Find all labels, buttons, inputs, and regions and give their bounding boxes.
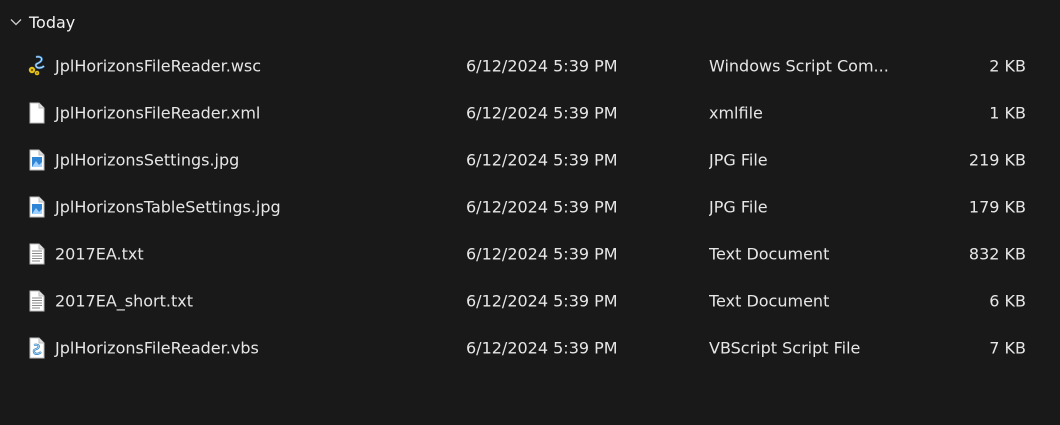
image-file-icon	[27, 149, 47, 171]
text-file-icon	[27, 243, 47, 265]
file-date: 6/12/2024 5:39 PM	[466, 197, 618, 216]
file-type: Text Document	[709, 244, 830, 263]
file-type: JPG File	[709, 150, 768, 169]
file-row[interactable]: JplHorizonsFileReader.wsc 6/12/2024 5:39…	[0, 42, 1060, 89]
file-date: 6/12/2024 5:39 PM	[466, 338, 618, 357]
file-size: 7 KB	[989, 338, 1026, 357]
file-row[interactable]: JplHorizonsTableSettings.jpg 6/12/2024 5…	[0, 183, 1060, 230]
blank-file-icon	[27, 102, 47, 124]
file-type: Text Document	[709, 291, 830, 310]
file-name: 2017EA_short.txt	[55, 291, 193, 310]
file-type: JPG File	[709, 197, 768, 216]
file-name: JplHorizonsFileReader.wsc	[55, 56, 262, 75]
file-date: 6/12/2024 5:39 PM	[466, 103, 618, 122]
vbs-file-icon	[27, 337, 47, 359]
file-name: 2017EA.txt	[55, 244, 144, 263]
file-size: 832 KB	[968, 244, 1026, 263]
file-size: 219 KB	[968, 150, 1026, 169]
file-name: JplHorizonsFileReader.vbs	[55, 338, 259, 357]
file-list: JplHorizonsFileReader.wsc 6/12/2024 5:39…	[0, 42, 1060, 371]
chevron-down-icon[interactable]	[8, 14, 24, 30]
file-row[interactable]: 2017EA_short.txt 6/12/2024 5:39 PM Text …	[0, 277, 1060, 324]
file-date: 6/12/2024 5:39 PM	[466, 150, 618, 169]
file-name: JplHorizonsTableSettings.jpg	[55, 197, 281, 216]
file-size: 179 KB	[968, 197, 1026, 216]
file-size: 6 KB	[989, 291, 1026, 310]
file-row[interactable]: JplHorizonsFileReader.xml 6/12/2024 5:39…	[0, 89, 1060, 136]
file-size: 2 KB	[989, 56, 1026, 75]
file-size: 1 KB	[989, 103, 1026, 122]
file-row[interactable]: JplHorizonsFileReader.vbs 6/12/2024 5:39…	[0, 324, 1060, 371]
file-name: JplHorizonsSettings.jpg	[55, 150, 240, 169]
file-date: 6/12/2024 5:39 PM	[466, 56, 618, 75]
file-date: 6/12/2024 5:39 PM	[466, 244, 618, 263]
file-type: Windows Script Com...	[709, 56, 889, 75]
file-type: VBScript Script File	[709, 338, 861, 357]
wsc-file-icon	[27, 55, 47, 77]
image-file-icon	[27, 196, 47, 218]
group-label: Today	[29, 12, 76, 32]
file-date: 6/12/2024 5:39 PM	[466, 291, 618, 310]
file-type: xmlfile	[709, 103, 763, 122]
group-header-today[interactable]: Today	[8, 11, 75, 33]
file-name: JplHorizonsFileReader.xml	[55, 103, 261, 122]
file-row[interactable]: 2017EA.txt 6/12/2024 5:39 PM Text Docume…	[0, 230, 1060, 277]
file-row[interactable]: JplHorizonsSettings.jpg 6/12/2024 5:39 P…	[0, 136, 1060, 183]
text-file-icon	[27, 290, 47, 312]
